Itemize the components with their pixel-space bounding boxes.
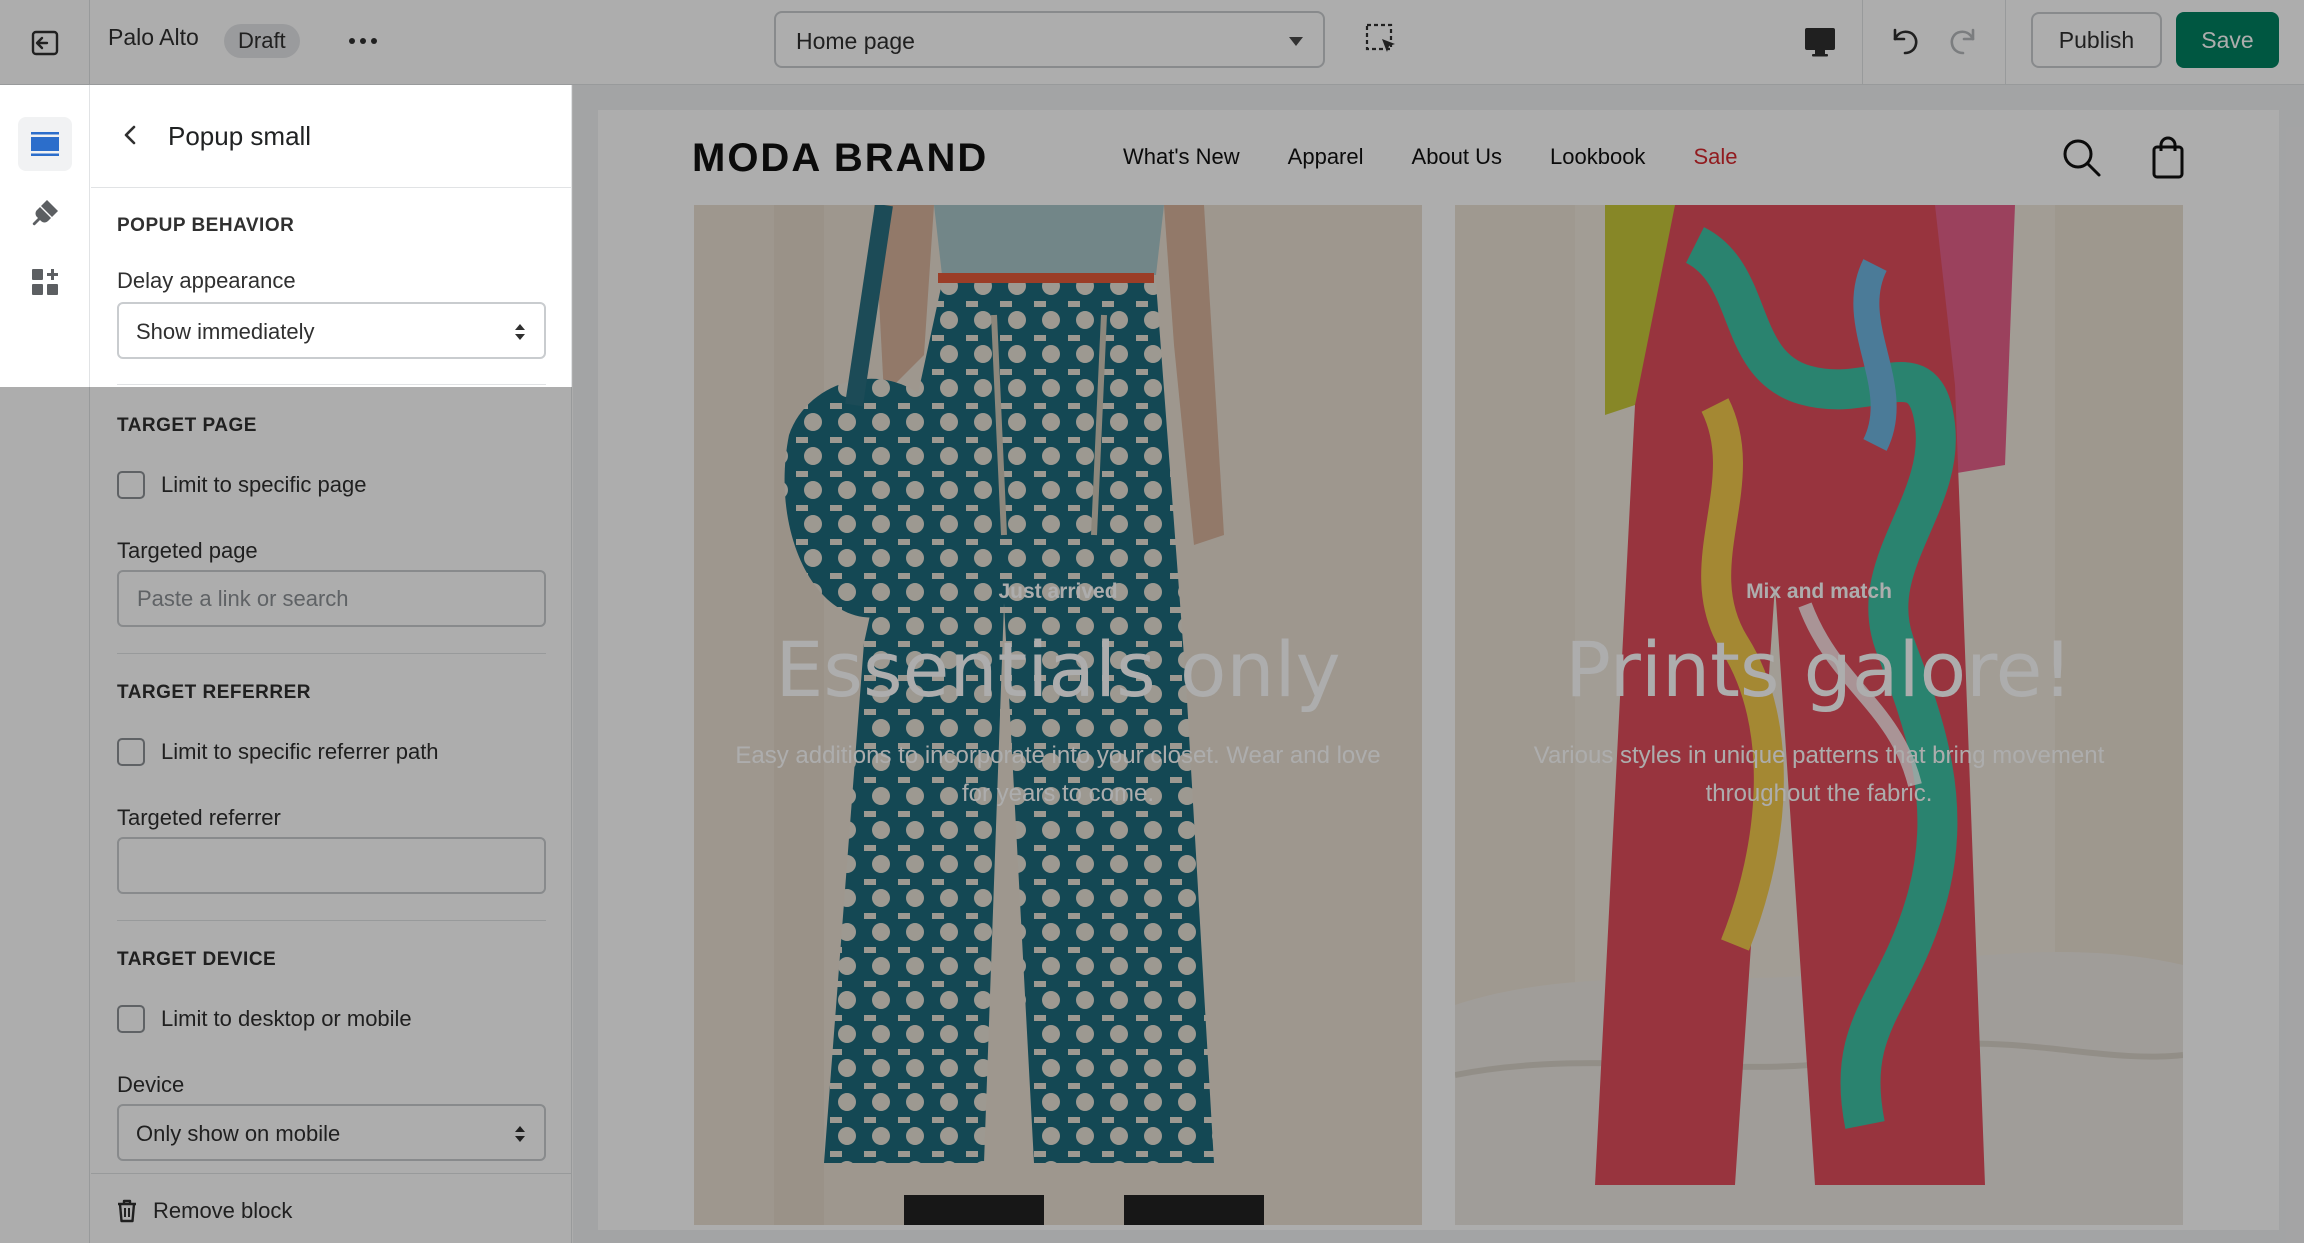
- sections-tab[interactable]: [18, 117, 72, 171]
- remove-block-row: Remove block: [91, 1173, 572, 1243]
- delay-appearance-label: Delay appearance: [117, 268, 296, 293]
- hero-title: Essentials only: [775, 625, 1341, 714]
- paintbrush-icon: [32, 200, 58, 226]
- hero-image-essentials: [694, 205, 1422, 1225]
- inspector-button[interactable]: [1364, 22, 1400, 58]
- limit-device-label: Limit to desktop or mobile: [161, 1006, 412, 1031]
- store-name: Palo Alto: [108, 24, 199, 50]
- limit-page-checkbox[interactable]: [117, 471, 145, 499]
- section-divider: [117, 920, 546, 921]
- preview-canvas: MODA BRAND What's New Apparel About Us L…: [573, 85, 2304, 1243]
- redo-button[interactable]: [1944, 20, 1984, 60]
- hero-card-essentials[interactable]: Just arrived Essentials only Easy additi…: [694, 205, 1422, 1225]
- chevron-left-icon: [124, 125, 136, 145]
- device-preview-button[interactable]: [1800, 22, 1840, 62]
- limit-page-checkbox-row[interactable]: Limit to specific page: [117, 470, 366, 500]
- targeted-page-input[interactable]: [117, 570, 546, 627]
- nav-link-apparel[interactable]: Apparel: [1288, 144, 1364, 170]
- shopping-bag-icon[interactable]: [2148, 135, 2188, 179]
- storefront-preview[interactable]: MODA BRAND What's New Apparel About Us L…: [598, 110, 2279, 1230]
- limit-page-label: Limit to specific page: [161, 472, 367, 497]
- section-heading-target-page: TARGET PAGE: [117, 415, 257, 436]
- hero-eyebrow: Just arrived: [998, 580, 1118, 603]
- hero-eyebrow: Mix and match: [1746, 580, 1892, 603]
- undo-icon: [1893, 28, 1918, 55]
- save-button[interactable]: Save: [2176, 12, 2279, 68]
- limit-device-checkbox[interactable]: [117, 1005, 145, 1033]
- delay-appearance-value: Show immediately: [136, 319, 315, 344]
- toolbar-divider: [2005, 0, 2006, 85]
- panel-title: Popup small: [168, 121, 312, 151]
- panel-header: Popup small: [91, 85, 572, 188]
- limit-device-checkbox-row[interactable]: Limit to desktop or mobile: [117, 1004, 412, 1034]
- hero-description: Various styles in unique patterns that b…: [1533, 742, 2105, 807]
- remove-block-label: Remove block: [153, 1198, 293, 1223]
- nav-link-sale[interactable]: Sale: [1693, 144, 1737, 170]
- page-selector[interactable]: Home page: [774, 11, 1325, 68]
- limit-referrer-checkbox-row[interactable]: Limit to specific referrer path: [117, 737, 439, 767]
- remove-block-button[interactable]: Remove block: [115, 1198, 292, 1224]
- nav-link-whats-new[interactable]: What's New: [1123, 144, 1240, 170]
- select-arrows-icon: [515, 324, 525, 340]
- undo-button[interactable]: [1884, 20, 1924, 60]
- limit-referrer-label: Limit to specific referrer path: [161, 739, 439, 764]
- status-badge: Draft: [224, 24, 300, 58]
- nav-link-about-us[interactable]: About Us: [1412, 144, 1503, 170]
- sections-icon: [31, 132, 59, 156]
- select-arrows-icon: [515, 1126, 525, 1142]
- select-cursor-icon: [1365, 23, 1395, 52]
- toolbar-divider: [1862, 0, 1863, 85]
- apps-add-icon: [32, 269, 58, 295]
- site-header: MODA BRAND What's New Apparel About Us L…: [598, 110, 2279, 205]
- app-embeds-tab[interactable]: [18, 255, 72, 309]
- targeted-page-label: Targeted page: [117, 538, 258, 563]
- trash-icon: [118, 1199, 136, 1223]
- device-select[interactable]: Only show on mobile: [117, 1104, 546, 1161]
- hero-description: Easy additions to incorporate into your …: [735, 742, 1381, 807]
- site-nav: What's New Apparel About Us Lookbook Sal…: [1123, 144, 1737, 170]
- nav-link-lookbook[interactable]: Lookbook: [1550, 144, 1645, 170]
- hero-title: Prints galore!: [1565, 625, 2073, 714]
- section-heading-target-device: TARGET DEVICE: [117, 949, 277, 970]
- search-icon[interactable]: [2060, 136, 2102, 178]
- section-divider: [117, 384, 546, 385]
- delay-appearance-select[interactable]: Show immediately: [117, 302, 546, 359]
- limit-referrer-checkbox[interactable]: [117, 738, 145, 766]
- exit-icon: [31, 30, 58, 55]
- redo-icon: [1950, 28, 1975, 55]
- section-heading-popup-behavior: POPUP BEHAVIOR: [117, 215, 295, 236]
- block-settings-panel: Popup small POPUP BEHAVIOR Delay appeara…: [91, 85, 572, 1243]
- back-button[interactable]: [111, 115, 151, 155]
- targeted-referrer-label: Targeted referrer: [117, 805, 281, 830]
- exit-button[interactable]: [0, 0, 90, 85]
- section-heading-target-referrer: TARGET REFERRER: [117, 682, 311, 703]
- chevron-down-icon: [1289, 37, 1303, 46]
- editor-topbar: Palo Alto Draft Home page Publish Save: [0, 0, 2304, 85]
- publish-button[interactable]: Publish: [2031, 12, 2162, 68]
- editor-icon-rail: [0, 85, 90, 1243]
- device-label: Device: [117, 1072, 185, 1097]
- targeted-referrer-input[interactable]: [117, 837, 546, 894]
- desktop-icon: [1805, 28, 1835, 57]
- theme-settings-tab[interactable]: [18, 186, 72, 240]
- brand-logo[interactable]: MODA BRAND: [692, 136, 988, 181]
- section-divider: [117, 653, 546, 654]
- more-horizontal-icon: [349, 38, 377, 44]
- device-value: Only show on mobile: [136, 1121, 341, 1146]
- more-actions-button[interactable]: [345, 23, 381, 59]
- hero-image-prints: [1455, 205, 2183, 1225]
- page-selector-value: Home page: [796, 28, 915, 54]
- hero-card-prints[interactable]: Mix and match Prints galore! Various sty…: [1455, 205, 2183, 1225]
